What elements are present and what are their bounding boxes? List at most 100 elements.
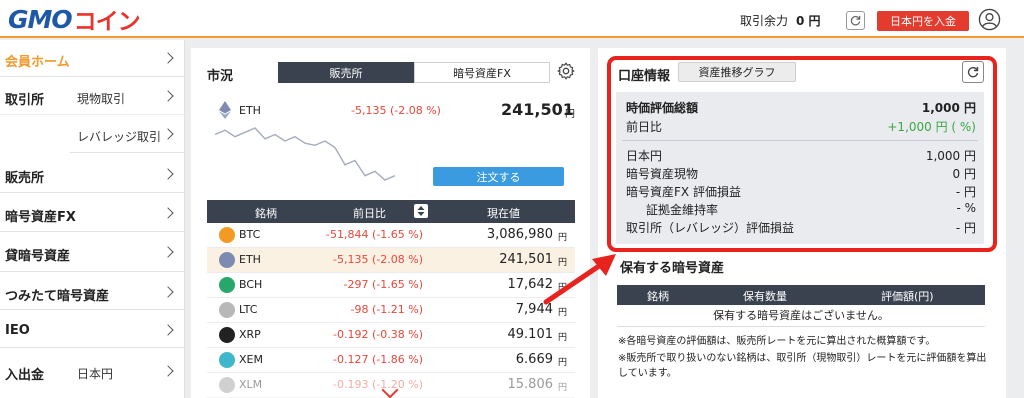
- ltc-icon: [219, 302, 235, 318]
- note-text: ※販売所で取り扱いのない銘柄は、取引所（現物取引）レートを元に評価額を算出してい…: [618, 353, 987, 379]
- sidebar-item-label: 取引所: [5, 93, 45, 108]
- sidebar-item-ieo[interactable]: IEO: [0, 310, 185, 348]
- table-row[interactable]: XRP -0.192 (-0.38 %) 49.101 円: [207, 323, 575, 348]
- sidebar-item-deposit-withdraw[interactable]: 入出金 日本円: [0, 348, 185, 398]
- chevron-right-icon: [162, 52, 174, 64]
- sidebar-item-tsumitate[interactable]: つみたて暗号資産: [0, 272, 185, 310]
- chevron-right-icon: [162, 168, 174, 180]
- logo-kana: コイン: [73, 9, 141, 35]
- table-row[interactable]: BTC -51,844 (-1.65 %) 3,086,980 円: [207, 223, 575, 248]
- market-settings-button[interactable]: [556, 61, 576, 81]
- chevron-right-icon: [162, 324, 174, 336]
- sidebar-item-label: 貸暗号資産: [5, 249, 71, 264]
- sidebar-item-label: 販売所: [5, 171, 45, 186]
- table-row[interactable]: ETH -5,135 (-2.08 %) 241,501 円: [207, 248, 575, 273]
- table-row[interactable]: XEM -0.127 (-1.86 %) 6.669 円: [207, 348, 575, 373]
- market-title: 市況: [207, 69, 234, 84]
- btc-icon: [219, 227, 235, 243]
- sidebar-item-crypto-fx[interactable]: 暗号資産FX: [0, 193, 185, 232]
- yen-unit: 円: [557, 233, 567, 243]
- sidebar-item-label: IEO: [5, 323, 30, 338]
- yen-unit: 円: [565, 109, 575, 120]
- column-header-valuation: 評価額(円): [881, 290, 934, 303]
- selected-coin-header: ETH -5,135 (-2.08 %) 241,501 円: [211, 100, 581, 120]
- holdings-title: 保有する暗号資産: [620, 261, 725, 276]
- coin-symbol: BCH: [239, 278, 263, 291]
- balance-label: 取引余力: [740, 14, 789, 28]
- sort-toggle-button[interactable]: [414, 204, 428, 218]
- coin-price: 49.101: [507, 327, 554, 342]
- sidebar-item-exchange-spot[interactable]: 取引所 現物取引: [0, 77, 185, 115]
- sidebar-item-label: つみたて暗号資産: [5, 289, 110, 304]
- chevron-right-icon: [162, 207, 174, 219]
- tab-crypto-fx[interactable]: 暗号資産FX: [414, 62, 550, 83]
- chevron-right-icon: [162, 286, 174, 298]
- chevron-right-icon: [162, 246, 174, 258]
- coin-change: -0.127 (-1.86 %): [333, 353, 423, 366]
- sidebar-item-exchange-leverage[interactable]: レバレッジ取引: [70, 115, 185, 153]
- user-icon: [978, 8, 1001, 31]
- sidebar-subitem-label: レバレッジ取引: [77, 130, 162, 144]
- refresh-icon: [850, 15, 861, 26]
- coin-change: -5,135 (-2.08 %): [333, 253, 423, 266]
- note-text: ※各暗号資産の評価額は、販売所レートを元に算出された概算額です。: [618, 336, 936, 347]
- selected-coin-symbol: ETH: [239, 104, 261, 117]
- sparkline-line: [214, 127, 396, 181]
- coin-price: 6.669: [515, 352, 553, 367]
- sidebar-item-lending[interactable]: 貸暗号資産: [0, 232, 185, 272]
- deposit-jpy-button[interactable]: 日本円を入金: [877, 11, 969, 31]
- column-header-change: 前日比: [353, 207, 386, 220]
- sidebar-item-label: 入出金: [5, 368, 45, 383]
- yen-unit: 円: [557, 333, 567, 343]
- chevron-right-icon: [162, 365, 174, 377]
- eth-icon: [219, 252, 235, 268]
- coin-symbol: ETH: [239, 253, 261, 266]
- column-header-quantity: 保有数量: [743, 290, 787, 303]
- sidebar-subitem-label: 日本円: [77, 367, 114, 381]
- xem-icon: [219, 352, 235, 368]
- coin-change: -98 (-1.21 %): [350, 303, 423, 316]
- sidebar-item-member-home[interactable]: 会員ホーム: [0, 40, 185, 77]
- logo-latin: GMO: [8, 4, 73, 34]
- annotation-arrow-icon: [543, 254, 616, 305]
- coin-symbol: BTC: [239, 228, 261, 241]
- xrp-icon: [219, 327, 235, 343]
- chevron-right-icon: [162, 128, 174, 140]
- tab-sales[interactable]: 販売所: [278, 62, 414, 83]
- coin-symbol: LTC: [239, 303, 258, 316]
- coin-change: -0.193 (-1.20 %): [333, 378, 423, 391]
- bch-icon: [219, 277, 235, 293]
- sort-icon: [417, 206, 425, 216]
- user-account-button[interactable]: [978, 8, 1001, 31]
- table-row[interactable]: BCH-297 (-1.65 %)17,642円: [207, 273, 575, 298]
- balance-value: 0 円: [796, 14, 821, 28]
- coin-symbol: XRP: [239, 328, 261, 341]
- order-button[interactable]: 注文する: [433, 167, 564, 186]
- sidebar-item-label: 会員ホーム: [5, 55, 70, 70]
- sidebar: 会員ホーム 取引所 現物取引 レバレッジ取引 販売所 暗号資産FX 貸暗号資産 …: [0, 40, 185, 398]
- top-header: GMO コイン 取引余力 0 円 日本円を入金: [0, 0, 1024, 38]
- selected-coin-change: -5,135 (-2.08 %): [351, 104, 441, 117]
- coin-symbol: XEM: [239, 353, 263, 366]
- xlm-icon: [219, 377, 235, 393]
- column-header-symbol: 銘柄: [255, 207, 277, 220]
- sidebar-subitem-label: 現物取引: [77, 92, 126, 106]
- yen-unit: 円: [557, 358, 567, 368]
- price-sparkline: [214, 127, 396, 181]
- gmo-coin-logo[interactable]: GMO コイン: [8, 4, 141, 36]
- holdings-empty-message: 保有する暗号資産はございません。: [617, 305, 985, 327]
- market-panel: 市況 販売所 暗号資産FX ETH -5,135 (-2.08 %) 241,5…: [191, 48, 590, 398]
- column-header-price: 現在値: [487, 207, 520, 220]
- balance-refresh-button[interactable]: [846, 11, 865, 30]
- eth-icon: [219, 101, 231, 119]
- coin-price: 3,086,980: [486, 227, 553, 242]
- trading-balance: 取引余力 0 円: [740, 12, 821, 29]
- table-row[interactable]: LTC -98 (-1.21 %) 7,944 円: [207, 298, 575, 323]
- selected-coin-price: 241,501: [501, 100, 574, 119]
- chevron-right-icon: [162, 90, 174, 102]
- coin-change: -297 (-1.65 %): [343, 278, 423, 291]
- sidebar-item-sales[interactable]: 販売所: [0, 153, 185, 193]
- yen-unit: 円: [557, 383, 567, 393]
- coin-change: -0.192 (-0.38 %): [333, 328, 423, 341]
- gear-icon: [557, 62, 575, 80]
